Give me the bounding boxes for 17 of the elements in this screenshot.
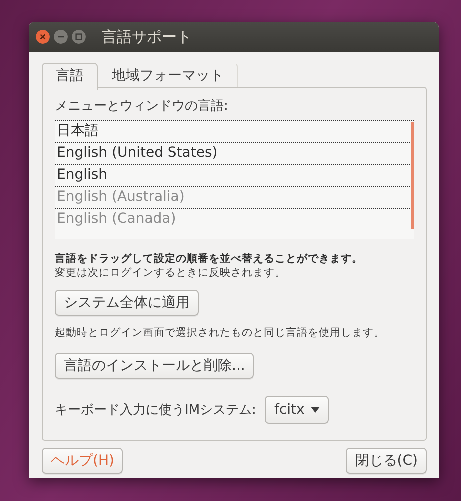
close-icon[interactable]: [36, 30, 50, 44]
im-label: キーボード入力に使うIMシステム:: [55, 402, 256, 419]
window-title: 言語サポート: [102, 28, 192, 46]
tab[interactable]: 言語: [42, 63, 98, 90]
install-button[interactable]: 言語のインストールと削除...: [55, 353, 254, 379]
maximize-icon[interactable]: [72, 30, 86, 44]
im-dropdown[interactable]: fcitx: [265, 396, 329, 424]
apply-hint: 変更は次にログインするときに反映されます。: [55, 266, 287, 280]
caret-icon: [310, 407, 320, 413]
list-label: メニューとウィンドウの言語:: [55, 98, 230, 115]
tab[interactable]: 地域フォーマット: [98, 63, 238, 88]
drag-hint: 言語をドラッグして設定の順番を並べ替えることができます。: [55, 252, 364, 266]
minimize-icon[interactable]: [54, 30, 68, 44]
close-button[interactable]: 閉じる(C): [346, 448, 427, 474]
apply-button[interactable]: システム全体に適用: [55, 290, 199, 316]
scrollbar[interactable]: [411, 122, 414, 229]
login-note: 起動時とログイン画面で選択されたものと同じ言語を使用します。: [55, 326, 386, 340]
